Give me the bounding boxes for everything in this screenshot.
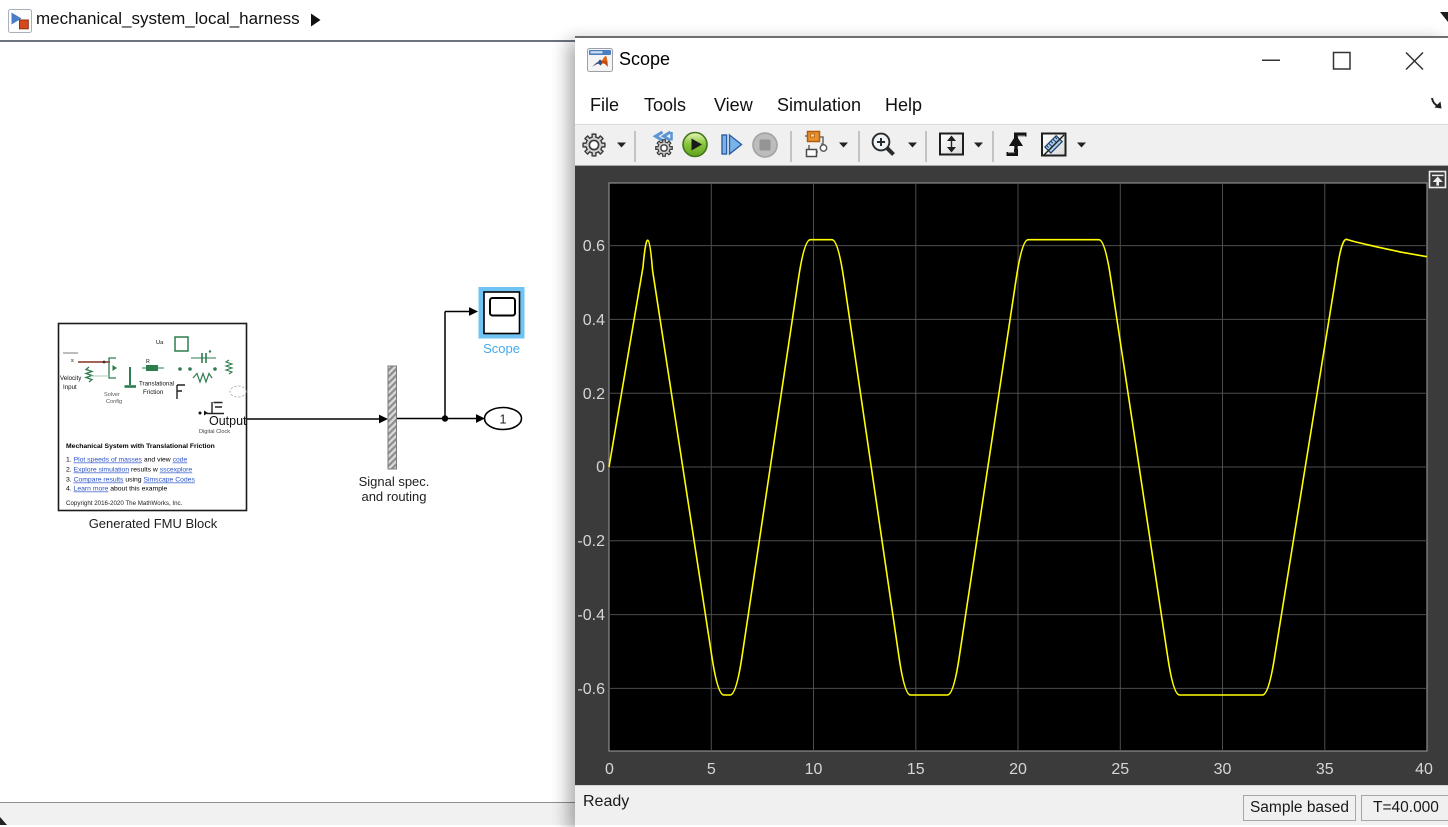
svg-text:4. Learn more about this examp: 4. Learn more about this example xyxy=(66,486,167,493)
svg-text:R: R xyxy=(146,359,150,365)
svg-text:3. Compare results using Simsc: 3. Compare results using Simscape Codes xyxy=(66,477,195,484)
svg-text:40: 40 xyxy=(1415,761,1433,778)
svg-text:1. Plot speeds of masses and v: 1. Plot speeds of masses and view code xyxy=(66,457,188,464)
svg-text:-0.4: -0.4 xyxy=(577,607,605,624)
svg-text:-0.6: -0.6 xyxy=(577,681,605,698)
svg-text:35: 35 xyxy=(1316,761,1334,778)
svg-text:s: s xyxy=(71,358,74,364)
svg-text:Solver: Solver xyxy=(104,392,120,398)
svg-text:Mechanical System with Transla: Mechanical System with Translational Fri… xyxy=(66,443,215,450)
svg-text:1: 1 xyxy=(500,413,507,427)
svg-text:Copyright 2016-2020 The MathWo: Copyright 2016-2020 The MathWorks, Inc. xyxy=(66,500,183,507)
svg-text:5: 5 xyxy=(707,761,716,778)
svg-text:20: 20 xyxy=(1009,761,1027,778)
svg-text:Signal spec.: Signal spec. xyxy=(359,474,430,489)
svg-text:10: 10 xyxy=(805,761,823,778)
svg-text:0.6: 0.6 xyxy=(583,238,605,255)
svg-text:15: 15 xyxy=(907,761,925,778)
svg-text:Config: Config xyxy=(106,399,122,405)
svg-text:Friction: Friction xyxy=(143,389,164,396)
svg-text:25: 25 xyxy=(1111,761,1129,778)
svg-text:Scope: Scope xyxy=(483,341,520,356)
svg-text:Ua: Ua xyxy=(156,340,164,346)
svg-text:Digital Clock: Digital Clock xyxy=(199,429,230,435)
svg-text:Input: Input xyxy=(63,384,77,391)
svg-text:0.4: 0.4 xyxy=(583,312,605,329)
svg-text:and routing: and routing xyxy=(361,489,426,504)
svg-text:Translational: Translational xyxy=(139,381,174,388)
svg-text:30: 30 xyxy=(1214,761,1232,778)
svg-text:0.2: 0.2 xyxy=(583,386,605,403)
svg-text:Velocity: Velocity xyxy=(60,375,82,382)
svg-text:-0.2: -0.2 xyxy=(577,533,605,550)
svg-text:0: 0 xyxy=(605,761,614,778)
svg-text:Output: Output xyxy=(209,414,247,428)
svg-text:0: 0 xyxy=(596,459,605,476)
svg-text:2. Explore simulation results: 2. Explore simulation results w sscexplo… xyxy=(66,467,192,474)
svg-text:Generated FMU Block: Generated FMU Block xyxy=(89,516,218,531)
